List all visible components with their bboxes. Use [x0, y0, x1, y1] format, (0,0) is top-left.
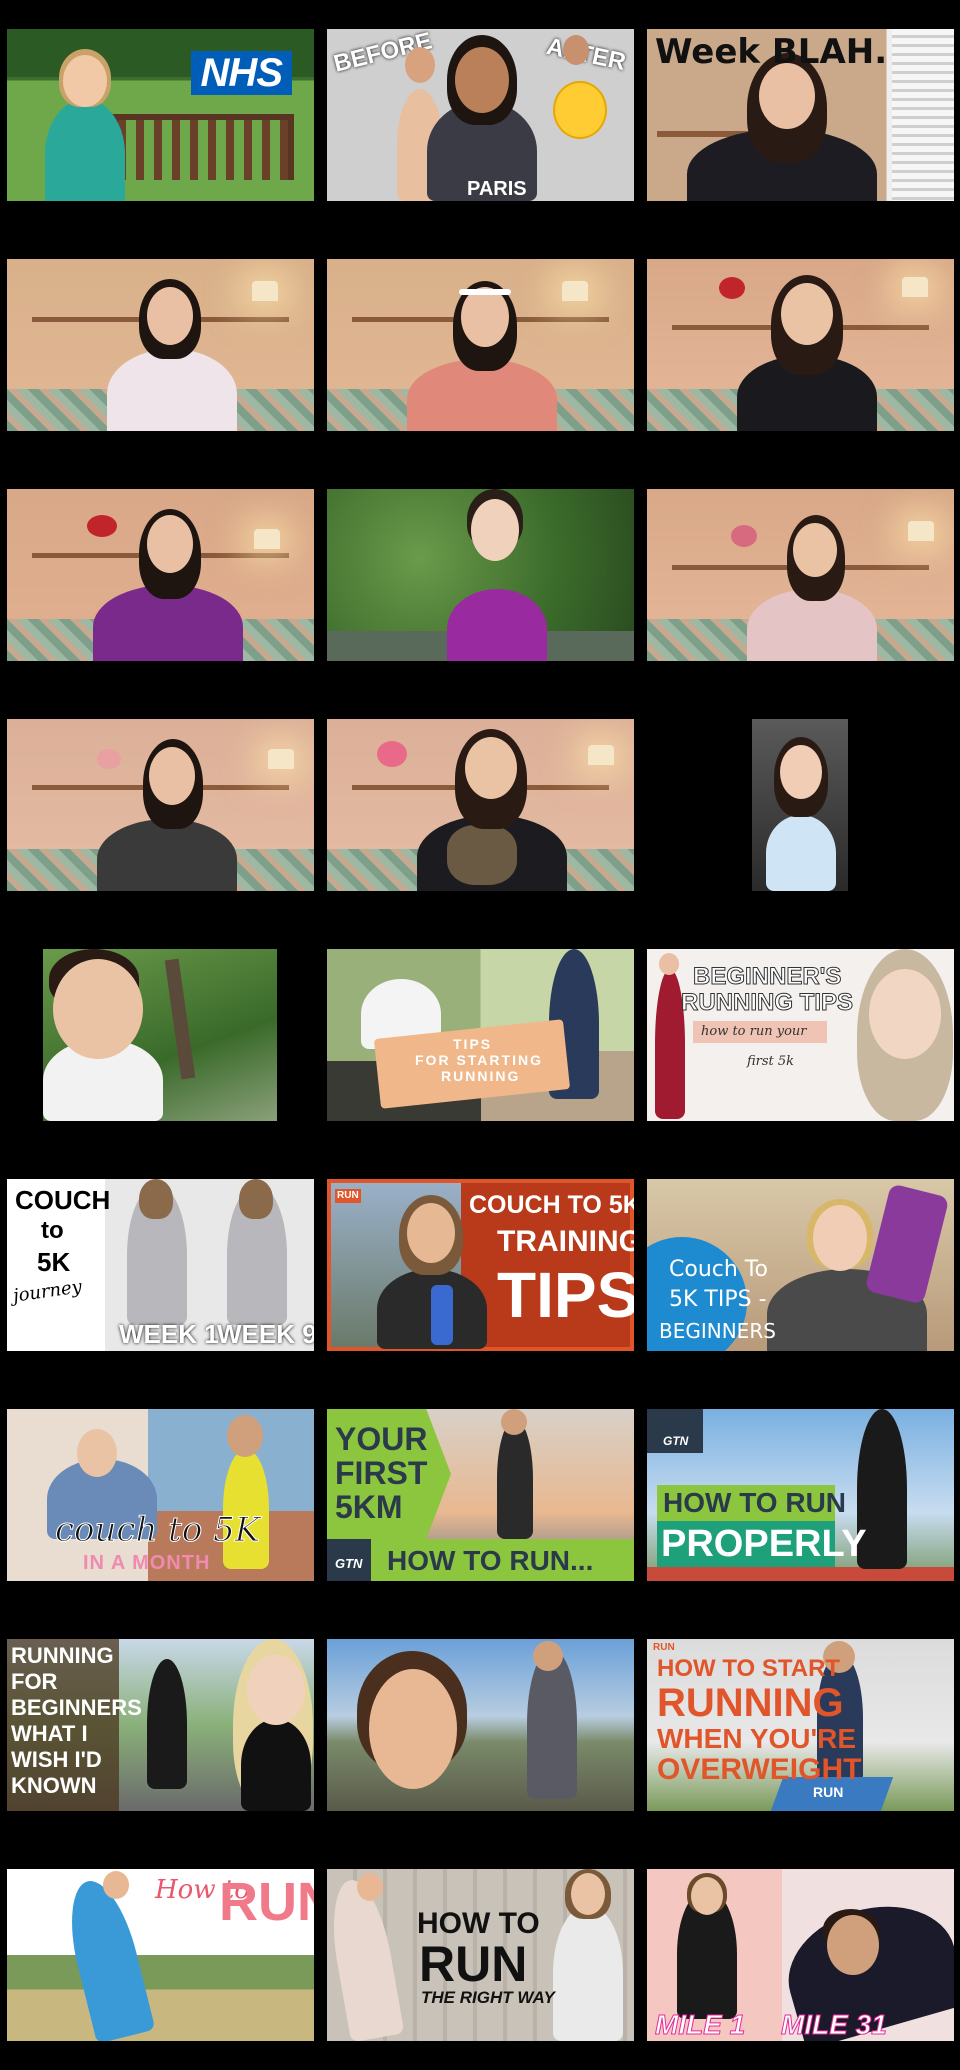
- run-properly-1: HOW TO RUN: [663, 1487, 847, 1518]
- beginners-title-1: BEGINNER'S: [692, 963, 842, 990]
- gtn-logo-2: GTN: [663, 1434, 689, 1448]
- thumbnail-nhs[interactable]: NHS: [7, 29, 314, 201]
- wish-known-4: WHAT I: [11, 1721, 88, 1746]
- thumbnail-run-properly[interactable]: GTN HOW TO RUN PROPERLY: [647, 1409, 954, 1581]
- training-title-3: TIPS: [497, 1259, 634, 1331]
- week-blah-title: Week BLAH.: [655, 32, 888, 72]
- right-way-2: RUN: [419, 1936, 528, 1992]
- beginners-subtitle-2: first 5k: [747, 1054, 795, 1069]
- wish-known-3: BEGINNERS: [11, 1695, 142, 1720]
- wish-known-5: WISH I'D: [11, 1747, 102, 1772]
- thumbnail-overweight[interactable]: RUN HOW TO START RUNNING WHEN YOU'RE OVE…: [647, 1639, 954, 1811]
- shocked-emoji-icon: [553, 81, 607, 139]
- couch-journey-to: to: [41, 1217, 64, 1244]
- first-5km-1: YOUR: [335, 1421, 428, 1457]
- couch-beginners-1: Couch To: [669, 1257, 768, 1282]
- mile-1-label: MILE 1: [654, 2009, 746, 2040]
- wish-known-1: RUNNING: [11, 1643, 114, 1668]
- overweight-4: OVERWEIGHT: [657, 1753, 862, 1786]
- training-title-2: TRAINING: [497, 1225, 634, 1258]
- beginners-subtitle-1: how to run your: [701, 1024, 807, 1039]
- mile-31-label: MILE 31: [781, 2009, 888, 2040]
- thumbnail-car-selfie[interactable]: [647, 719, 954, 891]
- thumbnail-first-5km[interactable]: YOUR FIRST 5KM HOW TO RUN... GTN: [327, 1409, 634, 1581]
- wish-known-2: FOR: [11, 1669, 58, 1694]
- thumbnail-right-way[interactable]: HOW TO RUN THE RIGHT WAY: [327, 1869, 634, 2041]
- thumbnail-park-selfie[interactable]: [7, 949, 314, 1121]
- run-logo-mat: RUN: [813, 1784, 844, 1800]
- training-title-1: COUCH TO 5K: [469, 1191, 634, 1219]
- thumbnail-outdoor-purple[interactable]: [327, 489, 634, 661]
- run-logo-small: RUN: [335, 1189, 361, 1203]
- tips-line-2: FOR STARTING: [415, 1052, 543, 1068]
- couch-beginners-2: 5K TIPS -: [669, 1287, 767, 1312]
- thumbnail-training-tips[interactable]: RUN COUCH TO 5K TRAINING TIPS: [327, 1179, 634, 1351]
- overweight-1: HOW TO START: [657, 1655, 841, 1682]
- tips-line-3: RUNNING: [441, 1068, 521, 1084]
- thumbnail-vlog-headband[interactable]: [327, 259, 634, 431]
- thumbnail-before-after[interactable]: BEFORE AFTER PARIS: [327, 29, 634, 201]
- first-5km-2: FIRST: [335, 1455, 428, 1491]
- thumbnail-vlog-purple[interactable]: [7, 489, 314, 661]
- thumbnail-road-runner[interactable]: [327, 1639, 634, 1811]
- overweight-2: RUNNING: [657, 1681, 844, 1725]
- thumbnail-couch-month[interactable]: couch to 5K IN A MONTH: [7, 1409, 314, 1581]
- week-9-label: WEEK 9: [217, 1319, 314, 1349]
- couch-beginners-3: BEGINNERS: [659, 1319, 776, 1343]
- first-5km-3: 5KM: [335, 1489, 403, 1525]
- paris-shirt-text: PARIS: [467, 178, 527, 200]
- thumbnail-beginners-tips[interactable]: BEGINNER'S RUNNING TIPS how to run your …: [647, 949, 954, 1121]
- nhs-logo: NHS: [190, 51, 292, 95]
- tips-line-1: TIPS: [453, 1036, 493, 1052]
- thumbnail-vlog-cat[interactable]: [327, 719, 634, 891]
- couch-month-subtitle: IN A MONTH: [83, 1552, 211, 1574]
- video-thumbnail-grid: NHS BEFORE AFTER PARIS Week BLAH.: [0, 0, 960, 2070]
- thumbnail-couch-journey[interactable]: COUCH to 5K journey WEEK 1 WEEK 9: [7, 1179, 314, 1351]
- right-way-1: HOW TO: [417, 1907, 540, 1940]
- couch-journey-5k: 5K: [37, 1247, 71, 1277]
- beginners-title-2: RUNNING TIPS: [680, 989, 854, 1016]
- thumbnail-wish-known[interactable]: RUNNING FOR BEGINNERS WHAT I WISH I'D KN…: [7, 1639, 314, 1811]
- thumbnail-week-blah[interactable]: Week BLAH.: [647, 29, 954, 201]
- run-logo-tiny: RUN: [653, 1642, 675, 1653]
- first-5km-howto: HOW TO RUN...: [387, 1545, 594, 1576]
- how-to-run-word: RUN: [219, 1872, 314, 1932]
- thumbnail-vlog-floral-2[interactable]: [647, 489, 954, 661]
- thumbnail-vlog-black-top[interactable]: [647, 259, 954, 431]
- thumbnail-couch-beginners[interactable]: Couch To 5K TIPS - BEGINNERS: [647, 1179, 954, 1351]
- thumbnail-mile-31[interactable]: MILE 1 MILE 31: [647, 1869, 954, 2041]
- week-1-label: WEEK 1: [119, 1319, 219, 1349]
- thumbnail-vlog-floral[interactable]: [7, 259, 314, 431]
- overweight-3: WHEN YOU'RE: [657, 1723, 857, 1754]
- couch-month-title: couch to 5K: [54, 1510, 261, 1550]
- wish-known-6: KNOWN: [11, 1773, 97, 1798]
- couch-journey-couch: COUCH: [15, 1185, 111, 1215]
- thumbnail-how-to-run[interactable]: How to RUN: [7, 1869, 314, 2041]
- thumbnail-tips-starting[interactable]: TIPS FOR STARTING RUNNING: [327, 949, 634, 1121]
- run-properly-2: PROPERLY: [661, 1523, 867, 1565]
- gtn-logo: GTN: [335, 1556, 363, 1571]
- right-way-3: THE RIGHT WAY: [421, 1988, 555, 2007]
- thumbnail-vlog-clap[interactable]: [7, 719, 314, 891]
